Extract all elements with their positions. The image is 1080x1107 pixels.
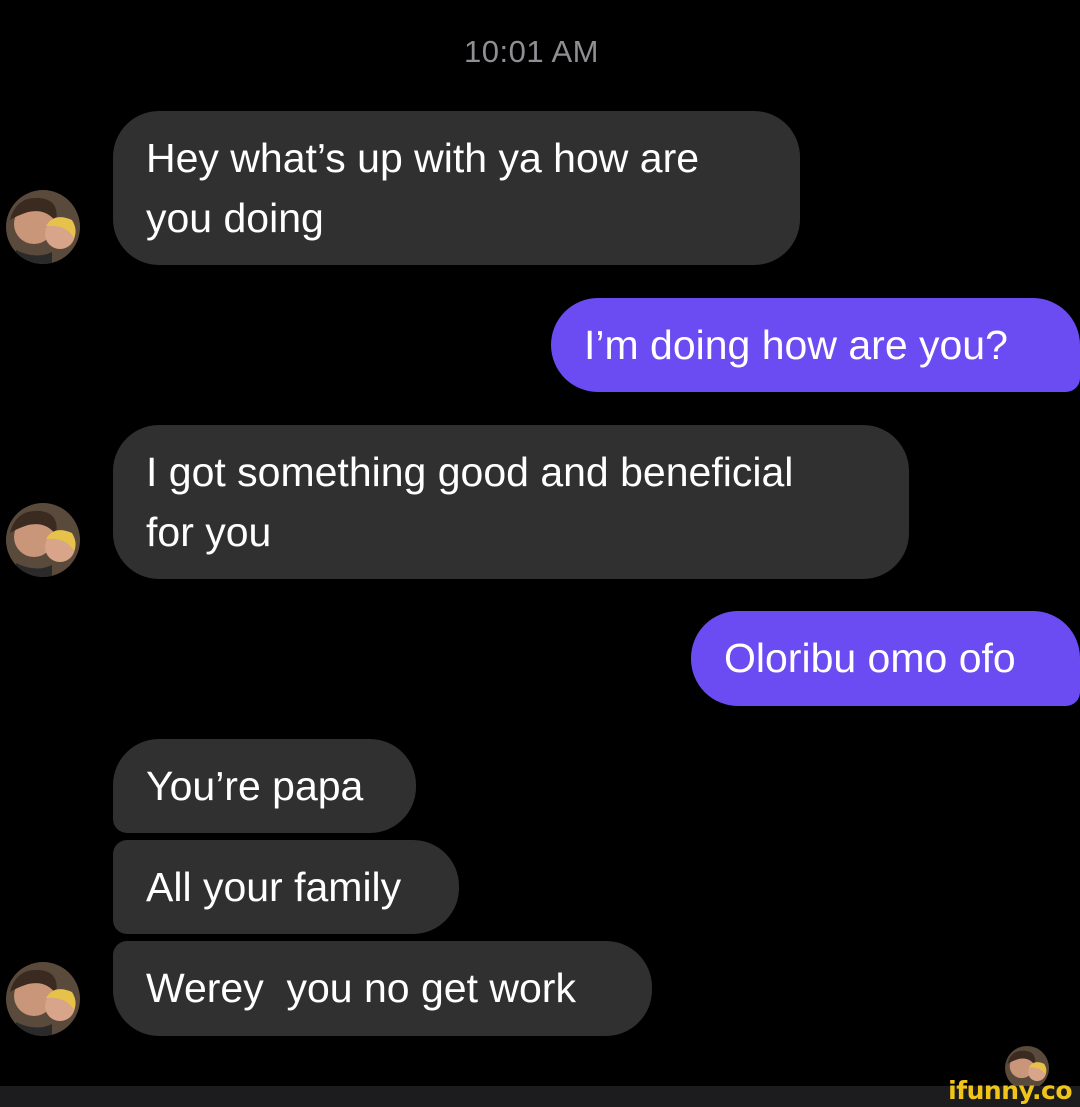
- incoming-message-bubble[interactable]: Hey what’s up with ya how are you doing: [113, 111, 800, 265]
- incoming-message-bubble[interactable]: Werey you no get work: [113, 941, 652, 1036]
- message-timestamp: 10:01 AM: [464, 34, 599, 69]
- contact-avatar-icon[interactable]: [6, 962, 80, 1036]
- incoming-message-bubble[interactable]: All your family: [113, 840, 459, 934]
- incoming-message-bubble[interactable]: I got something good and beneficial for …: [113, 425, 909, 579]
- contact-avatar-icon[interactable]: [6, 503, 80, 577]
- outgoing-message-bubble[interactable]: Oloribu omo ofo: [691, 611, 1080, 706]
- outgoing-message-bubble[interactable]: I’m doing how are you?: [551, 298, 1080, 392]
- incoming-message-bubble[interactable]: You’re papa: [113, 739, 416, 833]
- ifunny-watermark: ifunny.co: [948, 1076, 1072, 1105]
- contact-avatar-icon[interactable]: [6, 190, 80, 264]
- bottom-bar: [0, 1086, 1080, 1107]
